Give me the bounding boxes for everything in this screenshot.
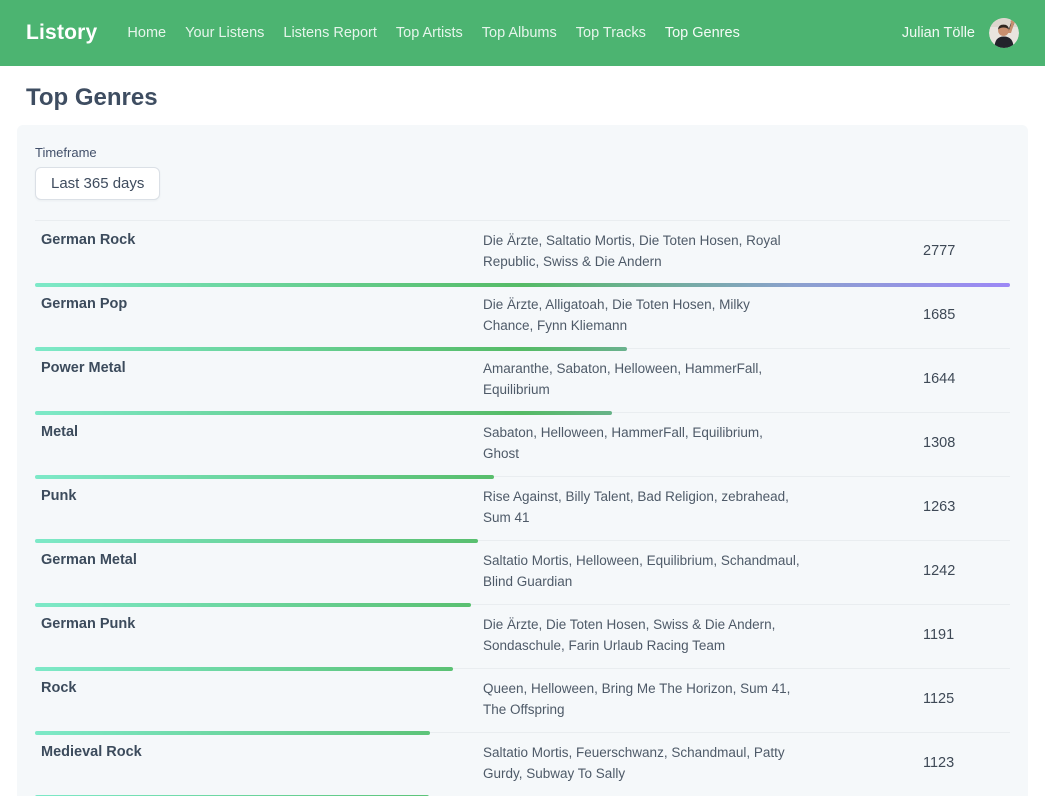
avatar-image: [989, 18, 1019, 48]
timeframe-label: Timeframe: [35, 145, 1010, 160]
genre-listen-count: 1263: [923, 497, 1010, 518]
genre-row: German PunkDie Ärzte, Die Toten Hosen, S…: [35, 605, 1010, 669]
nav-links: Home Your Listens Listens Report Top Artist…: [127, 25, 739, 41]
top-genres-card: Timeframe Last 365 days German RockDie Ä…: [17, 125, 1028, 796]
genre-listen-count: 1125: [923, 689, 1010, 710]
genre-row: Power MetalAmaranthe, Sabaton, Helloween…: [35, 349, 1010, 413]
brand-logo[interactable]: Listory: [26, 21, 97, 45]
genre-listen-count: 1123: [923, 753, 1010, 774]
genre-top-artists: Die Ärzte, Saltatio Mortis, Die Toten Ho…: [483, 230, 801, 272]
genre-top-artists: Sabaton, Helloween, HammerFall, Equilibr…: [483, 422, 801, 464]
genre-row: German RockDie Ärzte, Saltatio Mortis, D…: [35, 221, 1010, 285]
user-name: Julian Tölle: [902, 25, 975, 41]
genre-listen-count: 2777: [923, 241, 1010, 262]
user-menu[interactable]: Julian Tölle: [902, 18, 1019, 48]
genre-row: German MetalSaltatio Mortis, Helloween, …: [35, 541, 1010, 605]
nav-item-home[interactable]: Home: [127, 25, 166, 41]
genre-name: German Pop: [35, 294, 483, 315]
genre-top-artists: Amaranthe, Sabaton, Helloween, HammerFal…: [483, 358, 801, 400]
genre-name: German Metal: [35, 550, 483, 571]
genre-name: Power Metal: [35, 358, 483, 379]
nav-item-top-genres[interactable]: Top Genres: [665, 25, 740, 41]
genre-top-artists: Saltatio Mortis, Helloween, Equilibrium,…: [483, 550, 801, 592]
genre-name: Medieval Rock: [35, 742, 483, 763]
genre-row: MetalSabaton, Helloween, HammerFall, Equ…: [35, 413, 1010, 477]
genre-top-artists: Queen, Helloween, Bring Me The Horizon, …: [483, 678, 801, 720]
genre-listen-count: 1308: [923, 433, 1010, 454]
nav-item-top-artists[interactable]: Top Artists: [396, 25, 463, 41]
nav-item-your-listens[interactable]: Your Listens: [185, 25, 264, 41]
genre-listen-count: 1191: [923, 625, 1010, 646]
nav-item-listens-report[interactable]: Listens Report: [283, 25, 377, 41]
genre-row: Medieval RockSaltatio Mortis, Feuerschwa…: [35, 733, 1010, 796]
genre-name: Metal: [35, 422, 483, 443]
genre-name: Rock: [35, 678, 483, 699]
genre-listen-count: 1242: [923, 561, 1010, 582]
nav-item-top-tracks[interactable]: Top Tracks: [576, 25, 646, 41]
genre-top-artists: Saltatio Mortis, Feuerschwanz, Schandmau…: [483, 742, 801, 784]
genre-top-artists: Die Ärzte, Die Toten Hosen, Swiss & Die …: [483, 614, 801, 656]
genre-top-artists: Die Ärzte, Alligatoah, Die Toten Hosen, …: [483, 294, 801, 336]
genre-listen-count: 1685: [923, 305, 1010, 326]
genre-name: Punk: [35, 486, 483, 507]
page-title: Top Genres: [26, 84, 1045, 112]
genre-name: German Punk: [35, 614, 483, 635]
user-photo-avatar[interactable]: [989, 18, 1019, 48]
genre-row: RockQueen, Helloween, Bring Me The Horiz…: [35, 669, 1010, 733]
genre-list: German RockDie Ärzte, Saltatio Mortis, D…: [35, 220, 1010, 796]
timeframe-select[interactable]: Last 365 days: [35, 167, 160, 200]
main-content: Top Genres Timeframe Last 365 days Germa…: [0, 84, 1045, 796]
genre-row: PunkRise Against, Billy Talent, Bad Reli…: [35, 477, 1010, 541]
genre-row: German PopDie Ärzte, Alligatoah, Die Tot…: [35, 285, 1010, 349]
genre-top-artists: Rise Against, Billy Talent, Bad Religion…: [483, 486, 801, 528]
navbar: Listory Home Your Listens Listens Report To…: [0, 0, 1045, 66]
genre-listen-count: 1644: [923, 369, 1010, 390]
nav-item-top-albums[interactable]: Top Albums: [482, 25, 557, 41]
genre-name: German Rock: [35, 230, 483, 251]
